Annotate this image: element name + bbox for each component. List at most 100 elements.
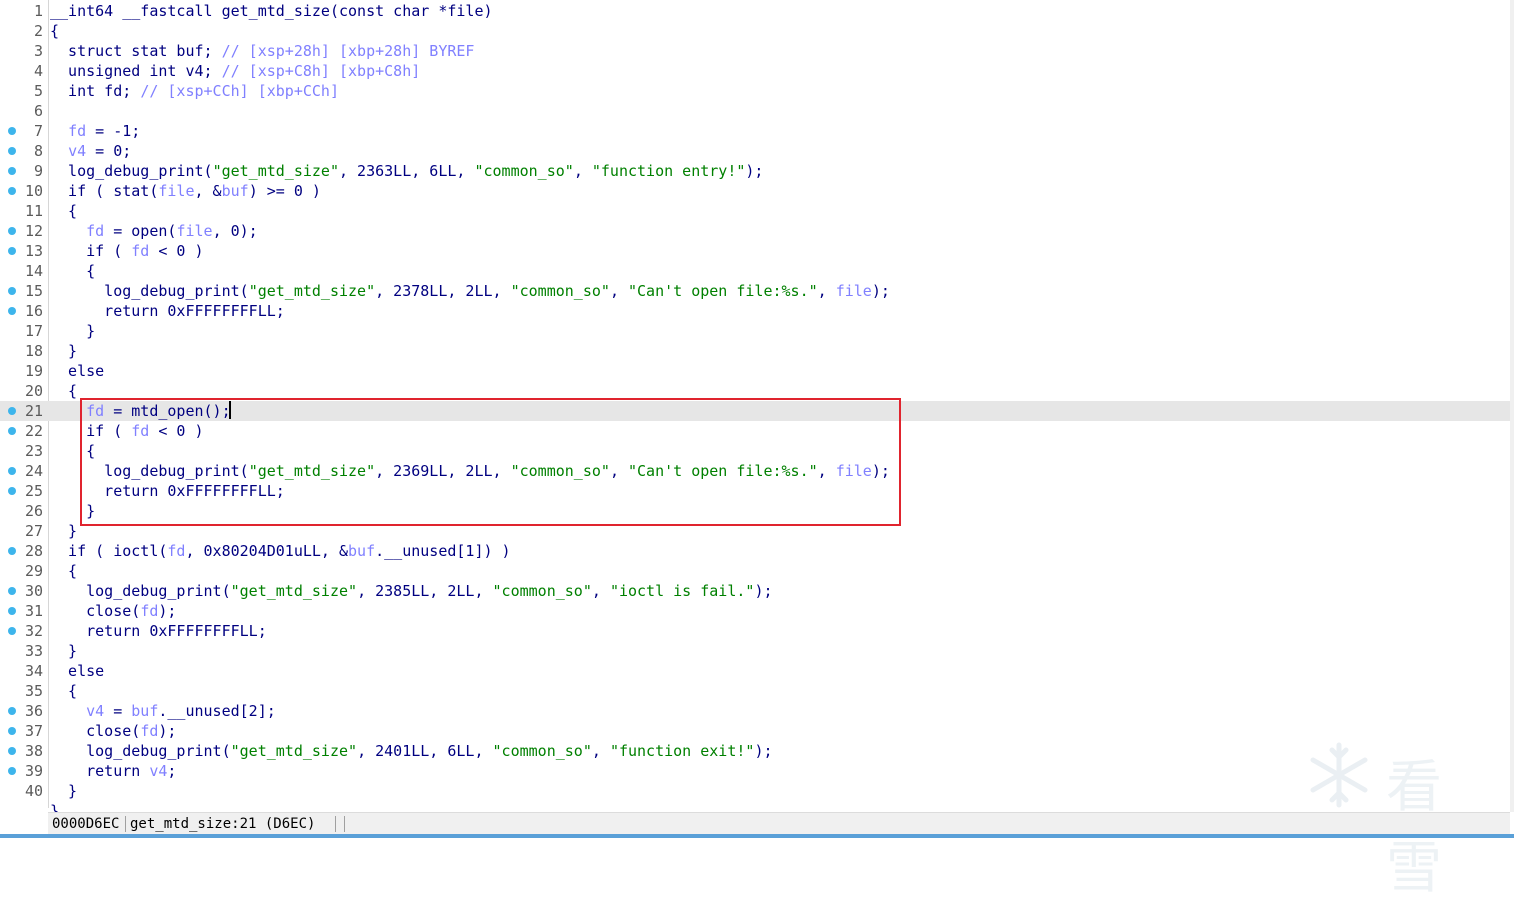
code-text[interactable]: { <box>50 21 59 41</box>
code-text[interactable]: } <box>50 781 77 801</box>
code-text[interactable]: struct stat buf; // [xsp+28h] [xbp+28h] … <box>50 41 474 61</box>
variable-token[interactable]: buf <box>222 182 249 200</box>
variable-token[interactable]: file <box>158 182 194 200</box>
code-text[interactable]: return v4; <box>50 761 176 781</box>
vertical-scrollbar[interactable] <box>1510 0 1514 812</box>
code-text[interactable]: else <box>50 661 104 681</box>
code-text[interactable]: if ( stat(file, &buf) >= 0 ) <box>50 181 321 201</box>
code-line[interactable]: 18 } <box>0 341 1510 361</box>
code-line[interactable]: 30 log_debug_print("get_mtd_size", 2385L… <box>0 581 1510 601</box>
code-line[interactable]: 36 v4 = buf.__unused[2]; <box>0 701 1510 721</box>
code-line[interactable]: 10 if ( stat(file, &buf) >= 0 ) <box>0 181 1510 201</box>
code-token: } <box>50 782 78 800</box>
code-line[interactable]: 31 close(fd); <box>0 601 1510 621</box>
code-token: } <box>50 522 78 540</box>
code-line[interactable]: 12 fd = open(file, 0); <box>0 221 1510 241</box>
code-line[interactable]: 19 else <box>0 361 1510 381</box>
variable-token[interactable]: file <box>836 282 872 300</box>
code-line[interactable]: 33 } <box>0 641 1510 661</box>
code-line[interactable]: 37 close(fd); <box>0 721 1510 741</box>
pseudocode-view[interactable]: 1 __int64 __fastcall get_mtd_size(const c… <box>0 0 1512 820</box>
code-text[interactable]: { <box>50 561 77 581</box>
code-text[interactable]: if ( fd < 0 ) <box>50 241 203 261</box>
comment-token: // [xsp+C8h] [xbp+C8h] <box>221 62 421 80</box>
variable-token[interactable]: v4 <box>68 142 86 160</box>
code-text[interactable]: __int64 __fastcall get_mtd_size(const ch… <box>50 1 493 21</box>
code-text[interactable]: close(fd); <box>50 721 176 741</box>
code-text[interactable]: v4 = 0; <box>50 141 131 161</box>
code-text[interactable]: { <box>50 681 77 701</box>
line-number: 37 <box>24 722 43 740</box>
variable-token[interactable]: fd <box>131 242 149 260</box>
watermark-text: 看雪 <box>1386 755 1444 901</box>
code-line[interactable]: 13 if ( fd < 0 ) <box>0 241 1510 261</box>
string-literal: "get_mtd_size" <box>248 282 376 300</box>
code-text[interactable]: fd = -1; <box>50 121 140 141</box>
code-text[interactable]: return 0xFFFFFFFFLL; <box>50 621 267 641</box>
code-text[interactable]: unsigned int v4; // [xsp+C8h] [xbp+C8h] <box>50 61 420 81</box>
code-line[interactable]: 1 __int64 __fastcall get_mtd_size(const c… <box>0 1 1510 21</box>
code-line[interactable]: 32 return 0xFFFFFFFFLL; <box>0 621 1510 641</box>
code-text[interactable]: log_debug_print("get_mtd_size", 2401LL, … <box>50 741 772 761</box>
code-text[interactable]: } <box>50 321 95 341</box>
variable-token[interactable]: fd <box>68 122 86 140</box>
code-line[interactable]: 17 } <box>0 321 1510 341</box>
variable-token[interactable]: file <box>176 222 212 240</box>
code-line[interactable]: 9 log_debug_print("get_mtd_size", 2363LL… <box>0 161 1510 181</box>
variable-token[interactable]: fd <box>167 542 185 560</box>
code-text[interactable]: log_debug_print("get_mtd_size", 2385LL, … <box>50 581 772 601</box>
code-token: ); <box>871 282 890 300</box>
code-text[interactable]: close(fd); <box>50 601 176 621</box>
code-token: , & <box>194 182 222 200</box>
code-text[interactable]: fd = open(file, 0); <box>50 221 258 241</box>
code-text[interactable]: log_debug_print("get_mtd_size", 2378LL, … <box>50 281 890 301</box>
code-token: = <box>104 702 132 720</box>
variable-token[interactable]: v4 <box>86 702 104 720</box>
code-text[interactable]: { <box>50 261 95 281</box>
code-text[interactable]: else <box>50 361 104 381</box>
variable-token[interactable]: v4 <box>149 762 167 780</box>
code-text[interactable]: int fd; // [xsp+CCh] [xbp+CCh] <box>50 81 339 101</box>
code-text[interactable]: } <box>50 341 77 361</box>
code-line[interactable]: 34 else <box>0 661 1510 681</box>
code-text[interactable]: if ( ioctl(fd, 0x80204D01uLL, &buf.__unu… <box>50 541 511 561</box>
variable-token[interactable]: fd <box>86 222 104 240</box>
line-number: 32 <box>24 622 43 640</box>
code-text[interactable]: log_debug_print("get_mtd_size", 2363LL, … <box>50 161 763 181</box>
status-location: get_mtd_size:21 (D6EC) <box>130 816 316 832</box>
code-line[interactable]: 4 unsigned int v4; // [xsp+C8h] [xbp+C8h… <box>0 61 1510 81</box>
code-line[interactable]: 29 { <box>0 561 1510 581</box>
code-line[interactable]: 15 log_debug_print("get_mtd_size", 2378L… <box>0 281 1510 301</box>
code-token: { <box>50 202 78 220</box>
code-line[interactable]: 3 struct stat buf; // [xsp+28h] [xbp+28h… <box>0 41 1510 61</box>
code-token: if ( <box>50 242 132 260</box>
code-line[interactable]: 7 fd = -1; <box>0 121 1510 141</box>
code-line[interactable]: 28 if ( ioctl(fd, 0x80204D01uLL, &buf.__… <box>0 541 1510 561</box>
code-text[interactable]: { <box>50 201 77 221</box>
code-line[interactable]: 8 v4 = 0; <box>0 141 1510 161</box>
code-line[interactable]: 16 return 0xFFFFFFFFLL; <box>0 301 1510 321</box>
variable-token[interactable]: fd <box>140 722 158 740</box>
code-text[interactable]: { <box>50 381 77 401</box>
comment-token: // [xsp+CCh] [xbp+CCh] <box>140 82 339 100</box>
line-number: 24 <box>24 462 43 480</box>
code-line[interactable]: 6 <box>0 101 1510 121</box>
code-text[interactable]: v4 = buf.__unused[2]; <box>50 701 276 721</box>
code-line[interactable]: 35 { <box>0 681 1510 701</box>
code-line[interactable]: 40 } <box>0 781 1510 801</box>
code-token: { <box>50 262 96 280</box>
code-text[interactable]: } <box>50 641 77 661</box>
code-text[interactable]: } <box>50 521 77 541</box>
code-text[interactable]: return 0xFFFFFFFFLL; <box>50 301 285 321</box>
code-line[interactable]: 39 return v4; <box>0 761 1510 781</box>
line-number: 30 <box>24 582 43 600</box>
code-line[interactable]: 2{ <box>0 21 1510 41</box>
code-line[interactable]: 14 { <box>0 261 1510 281</box>
code-line[interactable]: 11 { <box>0 201 1510 221</box>
code-line[interactable]: 38 log_debug_print("get_mtd_size", 2401L… <box>0 741 1510 761</box>
variable-token[interactable]: buf <box>348 542 375 560</box>
variable-token[interactable]: fd <box>140 602 158 620</box>
variable-token[interactable]: buf <box>131 702 158 720</box>
code-line[interactable]: 5 int fd; // [xsp+CCh] [xbp+CCh] <box>0 81 1510 101</box>
